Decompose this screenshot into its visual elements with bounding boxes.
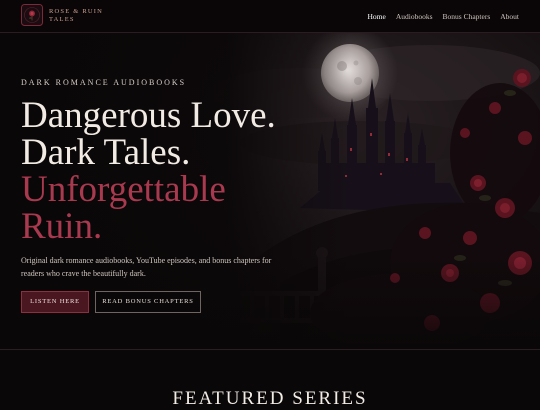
headline-line-4: Ruin. <box>21 206 103 247</box>
hero-headline: Dangerous Love. Dark Tales. Unforgettabl… <box>21 97 276 245</box>
nav-item-audiobooks[interactable]: Audiobooks <box>396 12 433 21</box>
brand-name[interactable]: ROSE & RUIN TALES <box>49 8 103 24</box>
hero-description: Original dark romance audiobooks, YouTub… <box>21 256 272 278</box>
rose-logo-icon[interactable] <box>21 4 43 26</box>
top-nav: ROSE & RUIN TALES Home Audiobooks Bonus … <box>0 0 540 33</box>
headline-line-1: Dangerous Love. <box>21 95 276 136</box>
headline-line-2: Dark Tales. <box>21 132 191 173</box>
nav-item-home[interactable]: Home <box>368 12 386 21</box>
brand-line-2: TALES <box>49 16 75 23</box>
hero-eyebrow: DARK ROMANCE AUDIOBOOKS <box>21 78 187 87</box>
nav-item-about[interactable]: About <box>500 12 519 21</box>
headline-line-3: Unforgettable <box>21 169 226 210</box>
nav-item-bonus-chapters[interactable]: Bonus Chapters <box>443 12 491 21</box>
nav-links: Home Audiobooks Bonus Chapters About <box>368 12 519 21</box>
listen-here-button[interactable]: LISTEN HERE <box>21 291 89 313</box>
read-bonus-chapters-button[interactable]: READ BONUS CHAPTERS <box>95 291 201 313</box>
featured-series-heading: FEATURED SERIES <box>172 388 368 409</box>
brand-line-1: ROSE & RUIN <box>49 8 104 15</box>
section-divider <box>0 349 540 350</box>
